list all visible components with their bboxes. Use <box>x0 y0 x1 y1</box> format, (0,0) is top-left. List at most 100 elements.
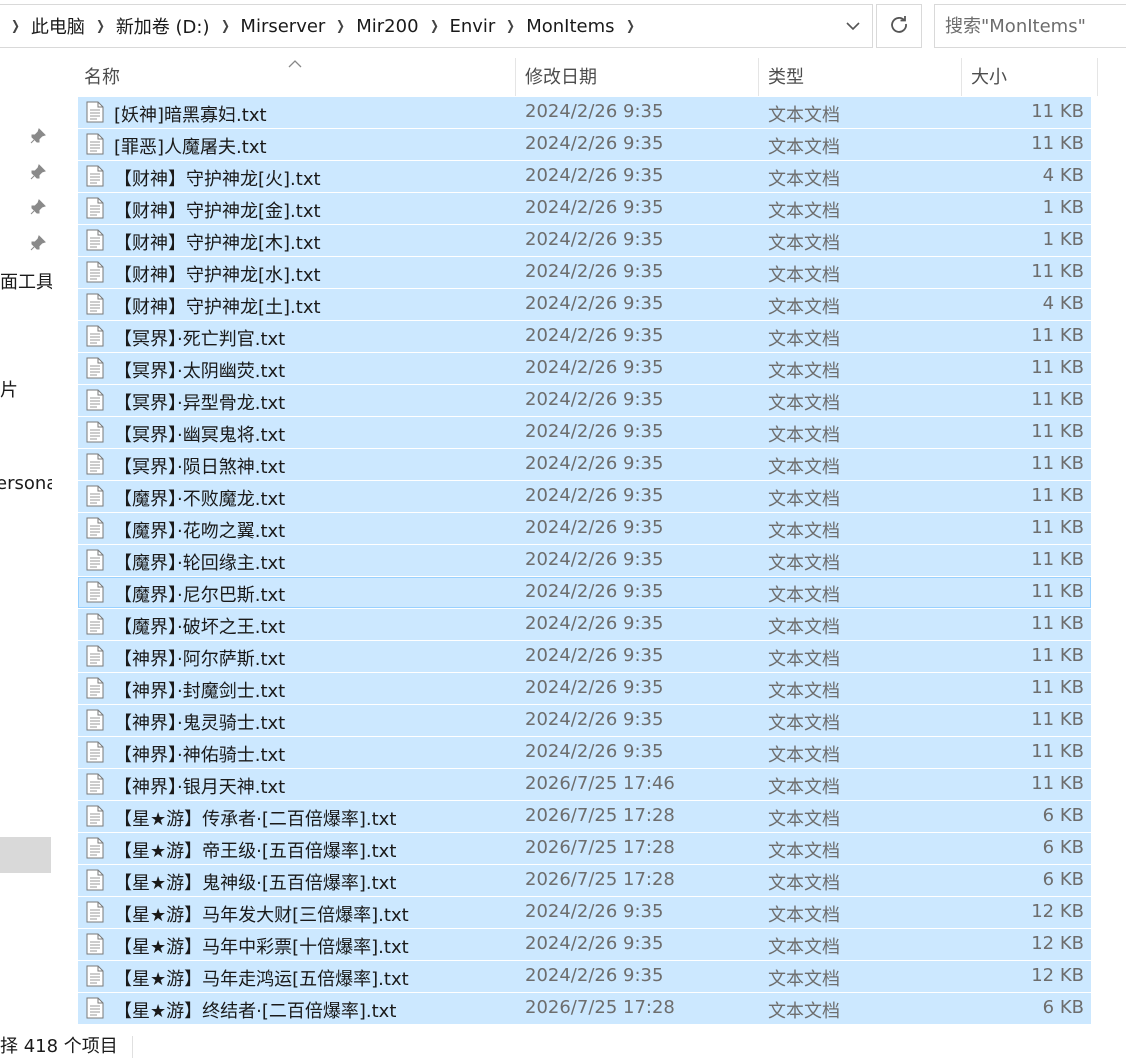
file-row[interactable]: 【财神】守护神龙[火].txt 2024/2/26 9:35 文本文档 4 KB <box>78 161 1091 192</box>
file-size: 11 KB <box>1031 709 1084 730</box>
nav-item-selected[interactable] <box>0 837 51 873</box>
pin-icon[interactable] <box>30 128 46 144</box>
pin-icon[interactable] <box>30 235 46 251</box>
file-size: 11 KB <box>1031 261 1084 282</box>
status-divider <box>132 1036 133 1058</box>
file-row[interactable]: 【神界】·银月天神.txt 2026/7/25 17:46 文本文档 11 KB <box>78 769 1091 800</box>
file-row[interactable]: 【魔界】·不败魔龙.txt 2024/2/26 9:35 文本文档 11 KB <box>78 481 1091 512</box>
text-file-icon <box>86 965 104 987</box>
file-name: 【冥界】·死亡判官.txt <box>114 329 286 350</box>
text-file-icon <box>86 613 104 635</box>
file-row[interactable]: 【冥界】·死亡判官.txt 2024/2/26 9:35 文本文档 11 KB <box>78 321 1091 352</box>
file-row[interactable]: [妖神]暗黑寡妇.txt 2024/2/26 9:35 文本文档 11 KB <box>78 97 1091 128</box>
column-divider <box>1097 58 1098 96</box>
breadcrumb-envir[interactable]: Envir <box>449 16 495 37</box>
pin-icon[interactable] <box>30 164 46 180</box>
file-type: 文本文档 <box>768 489 840 510</box>
file-row[interactable]: 【冥界】·陨日煞神.txt 2024/2/26 9:35 文本文档 11 KB <box>78 449 1091 480</box>
refresh-button[interactable] <box>876 4 922 48</box>
file-modified-date: 2024/2/26 9:35 <box>525 261 664 282</box>
column-header-size[interactable]: 大小 <box>965 56 1098 96</box>
breadcrumb-mir200[interactable]: Mir200 <box>356 16 418 37</box>
file-size: 11 KB <box>1031 741 1084 762</box>
nav-item-pictures[interactable]: 片 <box>0 376 18 402</box>
file-modified-date: 2024/2/26 9:35 <box>525 933 664 954</box>
file-row[interactable]: 【星★游】马年发大财[三倍爆率].txt 2024/2/26 9:35 文本文档 12… <box>78 897 1091 928</box>
file-size: 1 KB <box>1042 229 1084 250</box>
file-name: 【魔界】·破坏之王.txt <box>114 617 286 638</box>
file-row[interactable]: 【魔界】·轮回缘主.txt 2024/2/26 9:35 文本文档 11 KB <box>78 545 1091 576</box>
file-row[interactable]: 【冥界】·幽冥鬼将.txt 2024/2/26 9:35 文本文档 11 KB <box>78 417 1091 448</box>
column-header-type[interactable]: 类型 <box>762 56 962 96</box>
file-modified-date: 2026/7/25 17:28 <box>525 869 675 890</box>
file-type: 文本文档 <box>768 169 840 190</box>
column-header-name[interactable]: 名称 <box>78 56 516 96</box>
file-row[interactable]: 【冥界】·异型骨龙.txt 2024/2/26 9:35 文本文档 11 KB <box>78 385 1091 416</box>
breadcrumb-mirserver[interactable]: Mirserver <box>240 16 325 37</box>
breadcrumb-this-pc[interactable]: 此电脑 <box>31 13 85 39</box>
file-row[interactable]: 【神界】·鬼灵骑士.txt 2024/2/26 9:35 文本文档 11 KB <box>78 705 1091 736</box>
file-row[interactable]: 【星★游】传承者·[二百倍爆率].txt 2026/7/25 17:28 文本文档 6… <box>78 801 1091 832</box>
status-bar: 择 418 个项目 <box>0 1028 1126 1063</box>
pin-icon[interactable] <box>30 199 46 215</box>
file-row[interactable]: 【神界】·神佑骑士.txt 2024/2/26 9:35 文本文档 11 KB <box>78 737 1091 768</box>
column-header-row: 名称 修改日期 类型 大小 <box>78 56 1098 96</box>
file-modified-date: 2024/2/26 9:35 <box>525 325 664 346</box>
text-file-icon <box>86 389 104 411</box>
file-modified-date: 2026/7/25 17:28 <box>525 805 675 826</box>
nav-item-personal[interactable]: ersonal <box>0 473 52 494</box>
file-type: 文本文档 <box>768 329 840 350</box>
chevron-right-icon[interactable]: ❯ <box>88 19 113 34</box>
file-row[interactable]: 【财神】守护神龙[金].txt 2024/2/26 9:35 文本文档 1 KB <box>78 193 1091 224</box>
file-row[interactable]: 【神界】·封魔剑士.txt 2024/2/26 9:35 文本文档 11 KB <box>78 673 1091 704</box>
text-file-icon <box>86 165 104 187</box>
search-box[interactable] <box>934 4 1126 48</box>
file-row[interactable]: 【星★游】鬼神级·[五百倍爆率].txt 2026/7/25 17:28 文本文档 6… <box>78 865 1091 896</box>
chevron-down-icon[interactable] <box>842 15 864 37</box>
file-row[interactable]: 【财神】守护神龙[土].txt 2024/2/26 9:35 文本文档 4 KB <box>78 289 1091 320</box>
file-type: 文本文档 <box>768 201 840 222</box>
text-file-icon <box>86 549 104 571</box>
chevron-right-icon[interactable]: ❯ <box>422 19 447 34</box>
chevron-right-icon[interactable]: ❯ <box>618 19 643 34</box>
file-row[interactable]: 【魔界】·花吻之翼.txt 2024/2/26 9:35 文本文档 11 KB <box>78 513 1091 544</box>
file-modified-date: 2026/7/25 17:28 <box>525 997 675 1018</box>
file-row[interactable]: 【冥界】·太阴幽荧.txt 2024/2/26 9:35 文本文档 11 KB <box>78 353 1091 384</box>
file-size: 11 KB <box>1031 357 1084 378</box>
file-modified-date: 2024/2/26 9:35 <box>525 645 664 666</box>
file-row[interactable]: 【财神】守护神龙[木].txt 2024/2/26 9:35 文本文档 1 KB <box>78 225 1091 256</box>
chevron-right-icon[interactable]: ❯ <box>213 19 238 34</box>
text-file-icon <box>86 709 104 731</box>
chevron-right-icon[interactable]: ❯ <box>498 19 523 34</box>
file-row[interactable]: 【星★游】帝王级·[五百倍爆率].txt 2026/7/25 17:28 文本文档 6… <box>78 833 1091 864</box>
file-size: 11 KB <box>1031 101 1084 122</box>
file-name: 【冥界】·太阴幽荧.txt <box>114 361 286 382</box>
file-name: 【冥界】·陨日煞神.txt <box>114 457 286 478</box>
nav-item-desktop-tools[interactable]: 面工具 <box>0 268 52 294</box>
file-row[interactable]: [罪恶]人魔屠夫.txt 2024/2/26 9:35 文本文档 11 KB <box>78 129 1091 160</box>
chevron-right-icon[interactable]: ❯ <box>3 19 28 34</box>
address-bar[interactable]: ❯ 此电脑 ❯ 新加卷 (D:) ❯ Mirserver ❯ Mir200 ❯ … <box>0 4 873 48</box>
search-input[interactable] <box>945 15 1125 37</box>
file-row[interactable]: 【魔界】·尼尔巴斯.txt 2024/2/26 9:35 文本文档 11 KB <box>78 577 1091 608</box>
file-row[interactable]: 【魔界】·破坏之王.txt 2024/2/26 9:35 文本文档 11 KB <box>78 609 1091 640</box>
text-file-icon <box>86 229 104 251</box>
file-name: 【神界】·封魔剑士.txt <box>114 681 286 702</box>
file-size: 11 KB <box>1031 421 1084 442</box>
text-file-icon <box>86 261 104 283</box>
file-type: 文本文档 <box>768 873 840 894</box>
file-type: 文本文档 <box>768 457 840 478</box>
breadcrumb-drive-d[interactable]: 新加卷 (D:) <box>116 13 210 39</box>
file-row[interactable]: 【星★游】马年走鸿运[五倍爆率].txt 2024/2/26 9:35 文本文档 12… <box>78 961 1091 992</box>
file-row[interactable]: 【星★游】马年中彩票[十倍爆率].txt 2024/2/26 9:35 文本文档 12… <box>78 929 1091 960</box>
text-file-icon <box>86 197 104 219</box>
text-file-icon <box>86 421 104 443</box>
chevron-right-icon[interactable]: ❯ <box>328 19 353 34</box>
file-row[interactable]: 【财神】守护神龙[水].txt 2024/2/26 9:35 文本文档 11 KB <box>78 257 1091 288</box>
file-size: 11 KB <box>1031 645 1084 666</box>
file-name: 【神界】·神佑骑士.txt <box>114 745 286 766</box>
file-row[interactable]: 【星★游】终结者·[二百倍爆率].txt 2026/7/25 17:28 文本文档 6… <box>78 993 1091 1024</box>
breadcrumb-monitems[interactable]: MonItems <box>526 16 614 37</box>
file-row[interactable]: 【神界】·阿尔萨斯.txt 2024/2/26 9:35 文本文档 11 KB <box>78 641 1091 672</box>
column-header-date[interactable]: 修改日期 <box>519 56 759 96</box>
